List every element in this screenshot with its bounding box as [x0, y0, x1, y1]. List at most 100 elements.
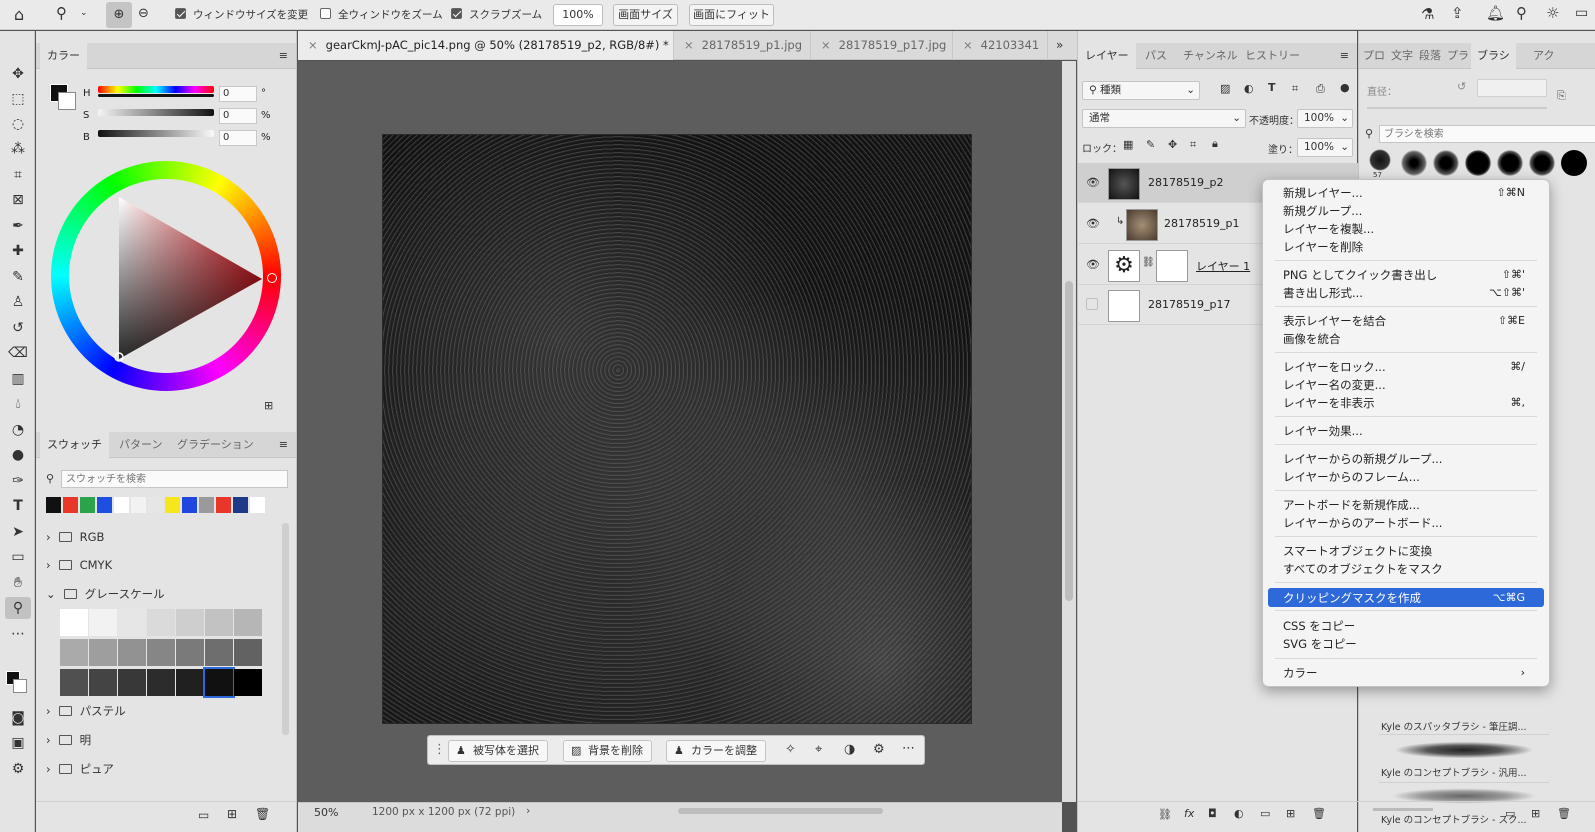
tab-brush-settings[interactable]: プラ: [1443, 43, 1473, 69]
background-color-swatch[interactable]: [13, 679, 27, 693]
layer-name[interactable]: 28178519_p2: [1148, 176, 1223, 189]
layer-mask-thumbnail[interactable]: [1156, 250, 1188, 282]
diameter-slider[interactable]: [1367, 107, 1547, 109]
history-brush-tool-icon[interactable]: ↺: [5, 317, 31, 339]
quick-mask-icon[interactable]: ◙: [5, 707, 31, 729]
search-icon[interactable]: ⚲: [1516, 4, 1527, 22]
brightness-slider[interactable]: [98, 130, 214, 137]
new-group-icon[interactable]: ▭: [1260, 807, 1270, 820]
grayscale-swatch[interactable]: [234, 639, 262, 666]
hand-tool-icon[interactable]: ✋︎: [5, 572, 31, 594]
hue-slider[interactable]: [98, 86, 214, 93]
grayscale-swatch[interactable]: [89, 639, 117, 666]
close-icon[interactable]: ×: [684, 38, 694, 52]
swatch[interactable]: [131, 497, 146, 513]
zoom-tool-preset-icon[interactable]: ⚲: [56, 4, 67, 22]
diameter-input[interactable]: [1477, 79, 1547, 97]
grayscale-swatch[interactable]: [147, 639, 175, 666]
lightbulb-icon[interactable]: ☼: [1546, 4, 1559, 22]
swatch-search-input[interactable]: [61, 470, 288, 488]
new-layer-icon[interactable]: ⊞: [1286, 807, 1295, 820]
swatch[interactable]: [199, 497, 214, 513]
tab-actions[interactable]: アク: [1527, 43, 1560, 69]
brush-preset[interactable]: [1497, 150, 1523, 176]
layer-name[interactable]: レイヤー 1: [1196, 258, 1250, 274]
menu-item[interactable]: すべてのオブジェクトをマスク: [1283, 560, 1443, 578]
brush-preset[interactable]: [1561, 150, 1587, 176]
swatch-group-pure[interactable]: › ピュア: [46, 758, 114, 780]
scrubby-zoom-checkbox[interactable]: [451, 8, 462, 19]
grayscale-swatch[interactable]: [205, 639, 233, 666]
grayscale-swatch[interactable]: [176, 609, 204, 636]
tab-swatches[interactable]: スウォッチ: [40, 432, 109, 458]
swatch-group-light[interactable]: › 明: [46, 729, 91, 751]
frame-tool-icon[interactable]: ⊠: [5, 189, 31, 211]
add-icon[interactable]: ⊞: [264, 399, 273, 412]
zoom-value-field[interactable]: 100%: [553, 4, 603, 26]
tab-layers[interactable]: レイヤー: [1078, 43, 1136, 69]
workspace-icon[interactable]: ▭: [1575, 5, 1588, 21]
menu-item[interactable]: 新規レイヤー...: [1283, 184, 1363, 202]
home-icon[interactable]: ⌂: [14, 5, 24, 24]
doc-tab[interactable]: × 28178519_p1.jpg: [674, 31, 811, 60]
h-value-input[interactable]: 0: [219, 86, 257, 102]
reset-icon[interactable]: ↺: [1457, 80, 1466, 93]
lasso-tool-icon[interactable]: ◌: [5, 113, 31, 135]
grayscale-swatch[interactable]: [118, 609, 146, 636]
swatch-scrollbar[interactable]: [282, 523, 289, 735]
tab-paragraph[interactable]: 段落: [1415, 43, 1445, 69]
menu-item[interactable]: スマートオブジェクトに変換: [1283, 542, 1432, 560]
grayscale-swatch[interactable]: [147, 669, 175, 696]
screen-size-button[interactable]: 画面サイズ: [613, 4, 678, 26]
zoom-all-checkbox[interactable]: [320, 8, 331, 19]
menu-item[interactable]: レイヤーをロック...: [1283, 358, 1386, 376]
trash-icon[interactable]: 🗑︎: [255, 807, 270, 821]
color-bg-swatch[interactable]: [58, 92, 76, 110]
visibility-empty-box[interactable]: [1086, 298, 1098, 310]
b-value-input[interactable]: 0: [219, 130, 257, 146]
saturation-slider[interactable]: [98, 109, 214, 116]
grayscale-swatch[interactable]: [118, 669, 146, 696]
transform-icon[interactable]: ⌖: [815, 742, 822, 757]
document-info[interactable]: 1200 px x 1200 px (72 ppi): [372, 806, 515, 818]
add-mask-icon[interactable]: ◘: [1208, 807, 1217, 820]
brush-search-input[interactable]: [1379, 125, 1595, 143]
doc-tab[interactable]: × 42103341: [953, 31, 1048, 60]
new-folder-icon[interactable]: ▭: [198, 808, 209, 822]
swatch[interactable]: [46, 497, 61, 513]
fill-input[interactable]: 100% ⌄: [1297, 138, 1353, 157]
menu-item[interactable]: レイヤーからのフレーム...: [1283, 468, 1420, 486]
brush-preset[interactable]: [1465, 150, 1491, 176]
brush-tool-icon[interactable]: ✎: [5, 266, 31, 288]
drag-handle-icon[interactable]: ⋮: [433, 742, 446, 757]
marquee-tool-icon[interactable]: ⬚: [5, 88, 31, 110]
tab-properties[interactable]: プロ: [1359, 43, 1389, 69]
s-value-input[interactable]: 0: [219, 108, 257, 124]
swatch-group-pastel[interactable]: › パステル: [46, 700, 126, 722]
grayscale-swatch[interactable]: [176, 669, 204, 696]
grayscale-swatch[interactable]: [203, 667, 235, 698]
settings-icon[interactable]: ⚙: [873, 742, 885, 757]
swatch-group-rgb[interactable]: › RGB: [46, 526, 104, 548]
fit-screen-button[interactable]: 画面にフィット: [689, 4, 774, 26]
more-tools-icon[interactable]: ⋯: [5, 623, 31, 645]
grayscale-swatch[interactable]: [60, 639, 88, 666]
resize-windows-checkbox[interactable]: [175, 8, 186, 19]
swatch[interactable]: [97, 497, 112, 513]
preview-size-slider[interactable]: [1373, 808, 1433, 811]
layer-name[interactable]: 28178519_p17: [1148, 298, 1230, 311]
path-selection-tool-icon[interactable]: ➤: [5, 521, 31, 543]
grayscale-swatch[interactable]: [60, 609, 88, 636]
swatch-group-grayscale[interactable]: ⌄ グレースケール: [46, 583, 165, 605]
eyedropper-tool-icon[interactable]: ✒: [5, 215, 31, 237]
grayscale-swatch[interactable]: [89, 669, 117, 696]
menu-item[interactable]: 書き出し形式...: [1283, 284, 1363, 302]
eye-icon[interactable]: 👁︎: [1086, 176, 1100, 189]
canvas-vertical-scrollbar[interactable]: [1062, 61, 1076, 802]
adjustment-circle-icon[interactable]: ◑: [844, 742, 855, 757]
menu-item[interactable]: 新規グループ...: [1283, 202, 1362, 220]
chevron-down-icon[interactable]: ⌄: [80, 8, 88, 18]
tab-character[interactable]: 文字: [1387, 43, 1417, 69]
layer-filter-select[interactable]: ⚲ 種類 ⌄: [1082, 81, 1200, 100]
trash-icon[interactable]: 🗑︎: [1557, 807, 1571, 820]
